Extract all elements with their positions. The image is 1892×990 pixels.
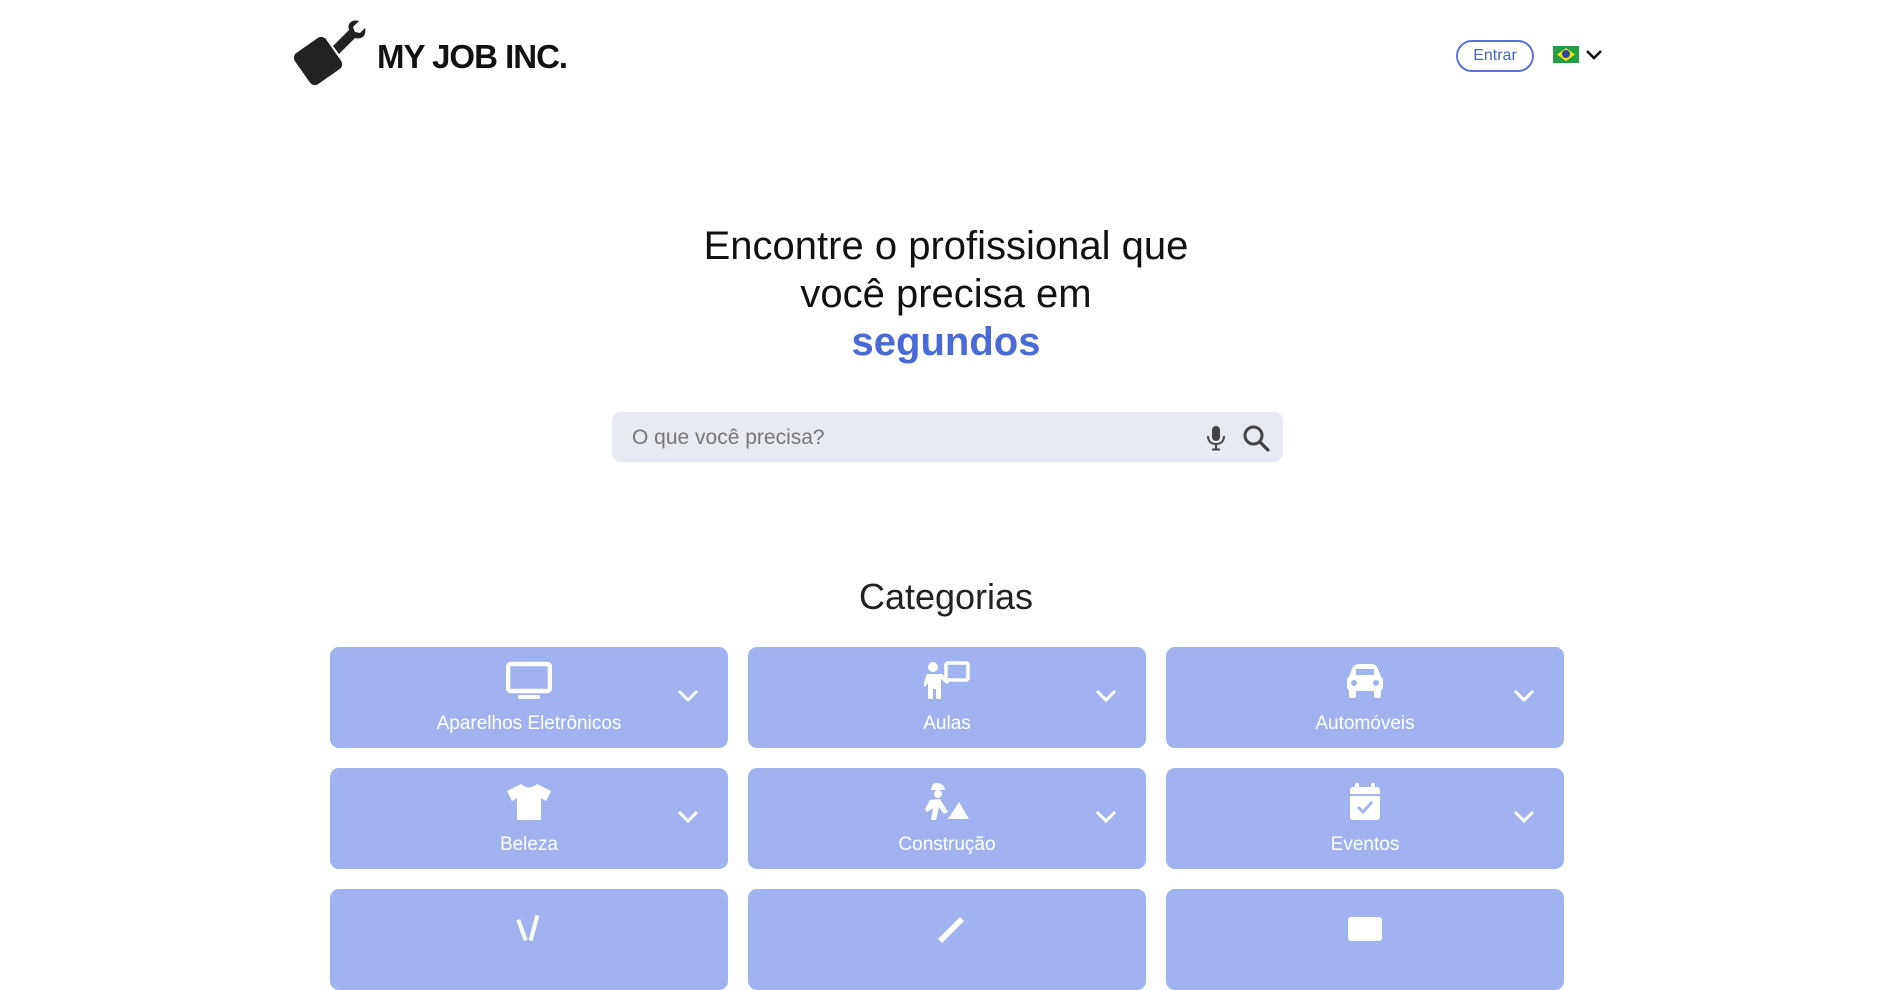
category-card[interactable]: Construção [748,768,1146,869]
category-label: Automóveis [1315,713,1415,734]
search-input[interactable] [630,412,1194,464]
microphone-icon[interactable] [1204,425,1228,451]
hero-heading: Encontre o profissional que você precisa… [0,222,1892,366]
search-icon[interactable] [1242,424,1270,452]
category-label: Aulas [923,713,971,734]
pencil-icon [938,917,964,943]
construction-worker-icon [925,783,969,820]
chevron-down-icon [1513,810,1535,824]
category-label: Construção [898,834,996,855]
login-button[interactable]: Entrar [1456,40,1534,72]
tshirt-icon [507,784,551,820]
category-label: Beleza [499,834,559,855]
hero-accent: segundos [851,320,1041,364]
monitor-icon [506,661,552,699]
header: MY JOB INC. Entrar [0,0,1892,110]
categories-title: Categorias [858,576,1034,617]
calendar-check-icon [1350,783,1380,820]
category-card[interactable] [330,889,728,990]
chevron-down-icon [677,810,699,824]
car-icon [1347,664,1383,698]
category-label: Aparelhos Eletrônicos [436,713,622,734]
category-card[interactable]: Aulas [748,647,1146,748]
id-card-icon [1348,917,1382,941]
logo[interactable]: MY JOB INC. [293,20,568,94]
hero-line-2: você precisa em [800,272,1092,316]
hero-line-1: Encontre o profissional que [703,224,1189,268]
chevron-down-icon [1095,689,1117,703]
category-label: Eventos [1330,834,1400,855]
teacher-icon [924,661,970,699]
tools-icon [516,914,540,942]
search-bar [612,412,1283,464]
brazil-flag-icon [1553,46,1579,63]
chevron-down-icon [677,689,699,703]
chevron-down-icon [1095,810,1117,824]
chevron-down-icon [1586,49,1602,60]
category-card[interactable] [748,889,1146,990]
categories-grid: Aparelhos Eletrônicos Aulas Automóveis B… [330,647,1565,990]
language-selector[interactable] [1553,46,1603,63]
category-card[interactable]: Aparelhos Eletrônicos [330,647,728,748]
category-card[interactable]: Automóveis [1166,647,1564,748]
category-card[interactable]: Beleza [330,768,728,869]
category-card[interactable]: Eventos [1166,768,1564,869]
category-card[interactable] [1166,889,1564,990]
logo-text: MY JOB INC. [377,38,568,75]
wrench-logo-icon [293,20,366,86]
chevron-down-icon [1513,689,1535,703]
